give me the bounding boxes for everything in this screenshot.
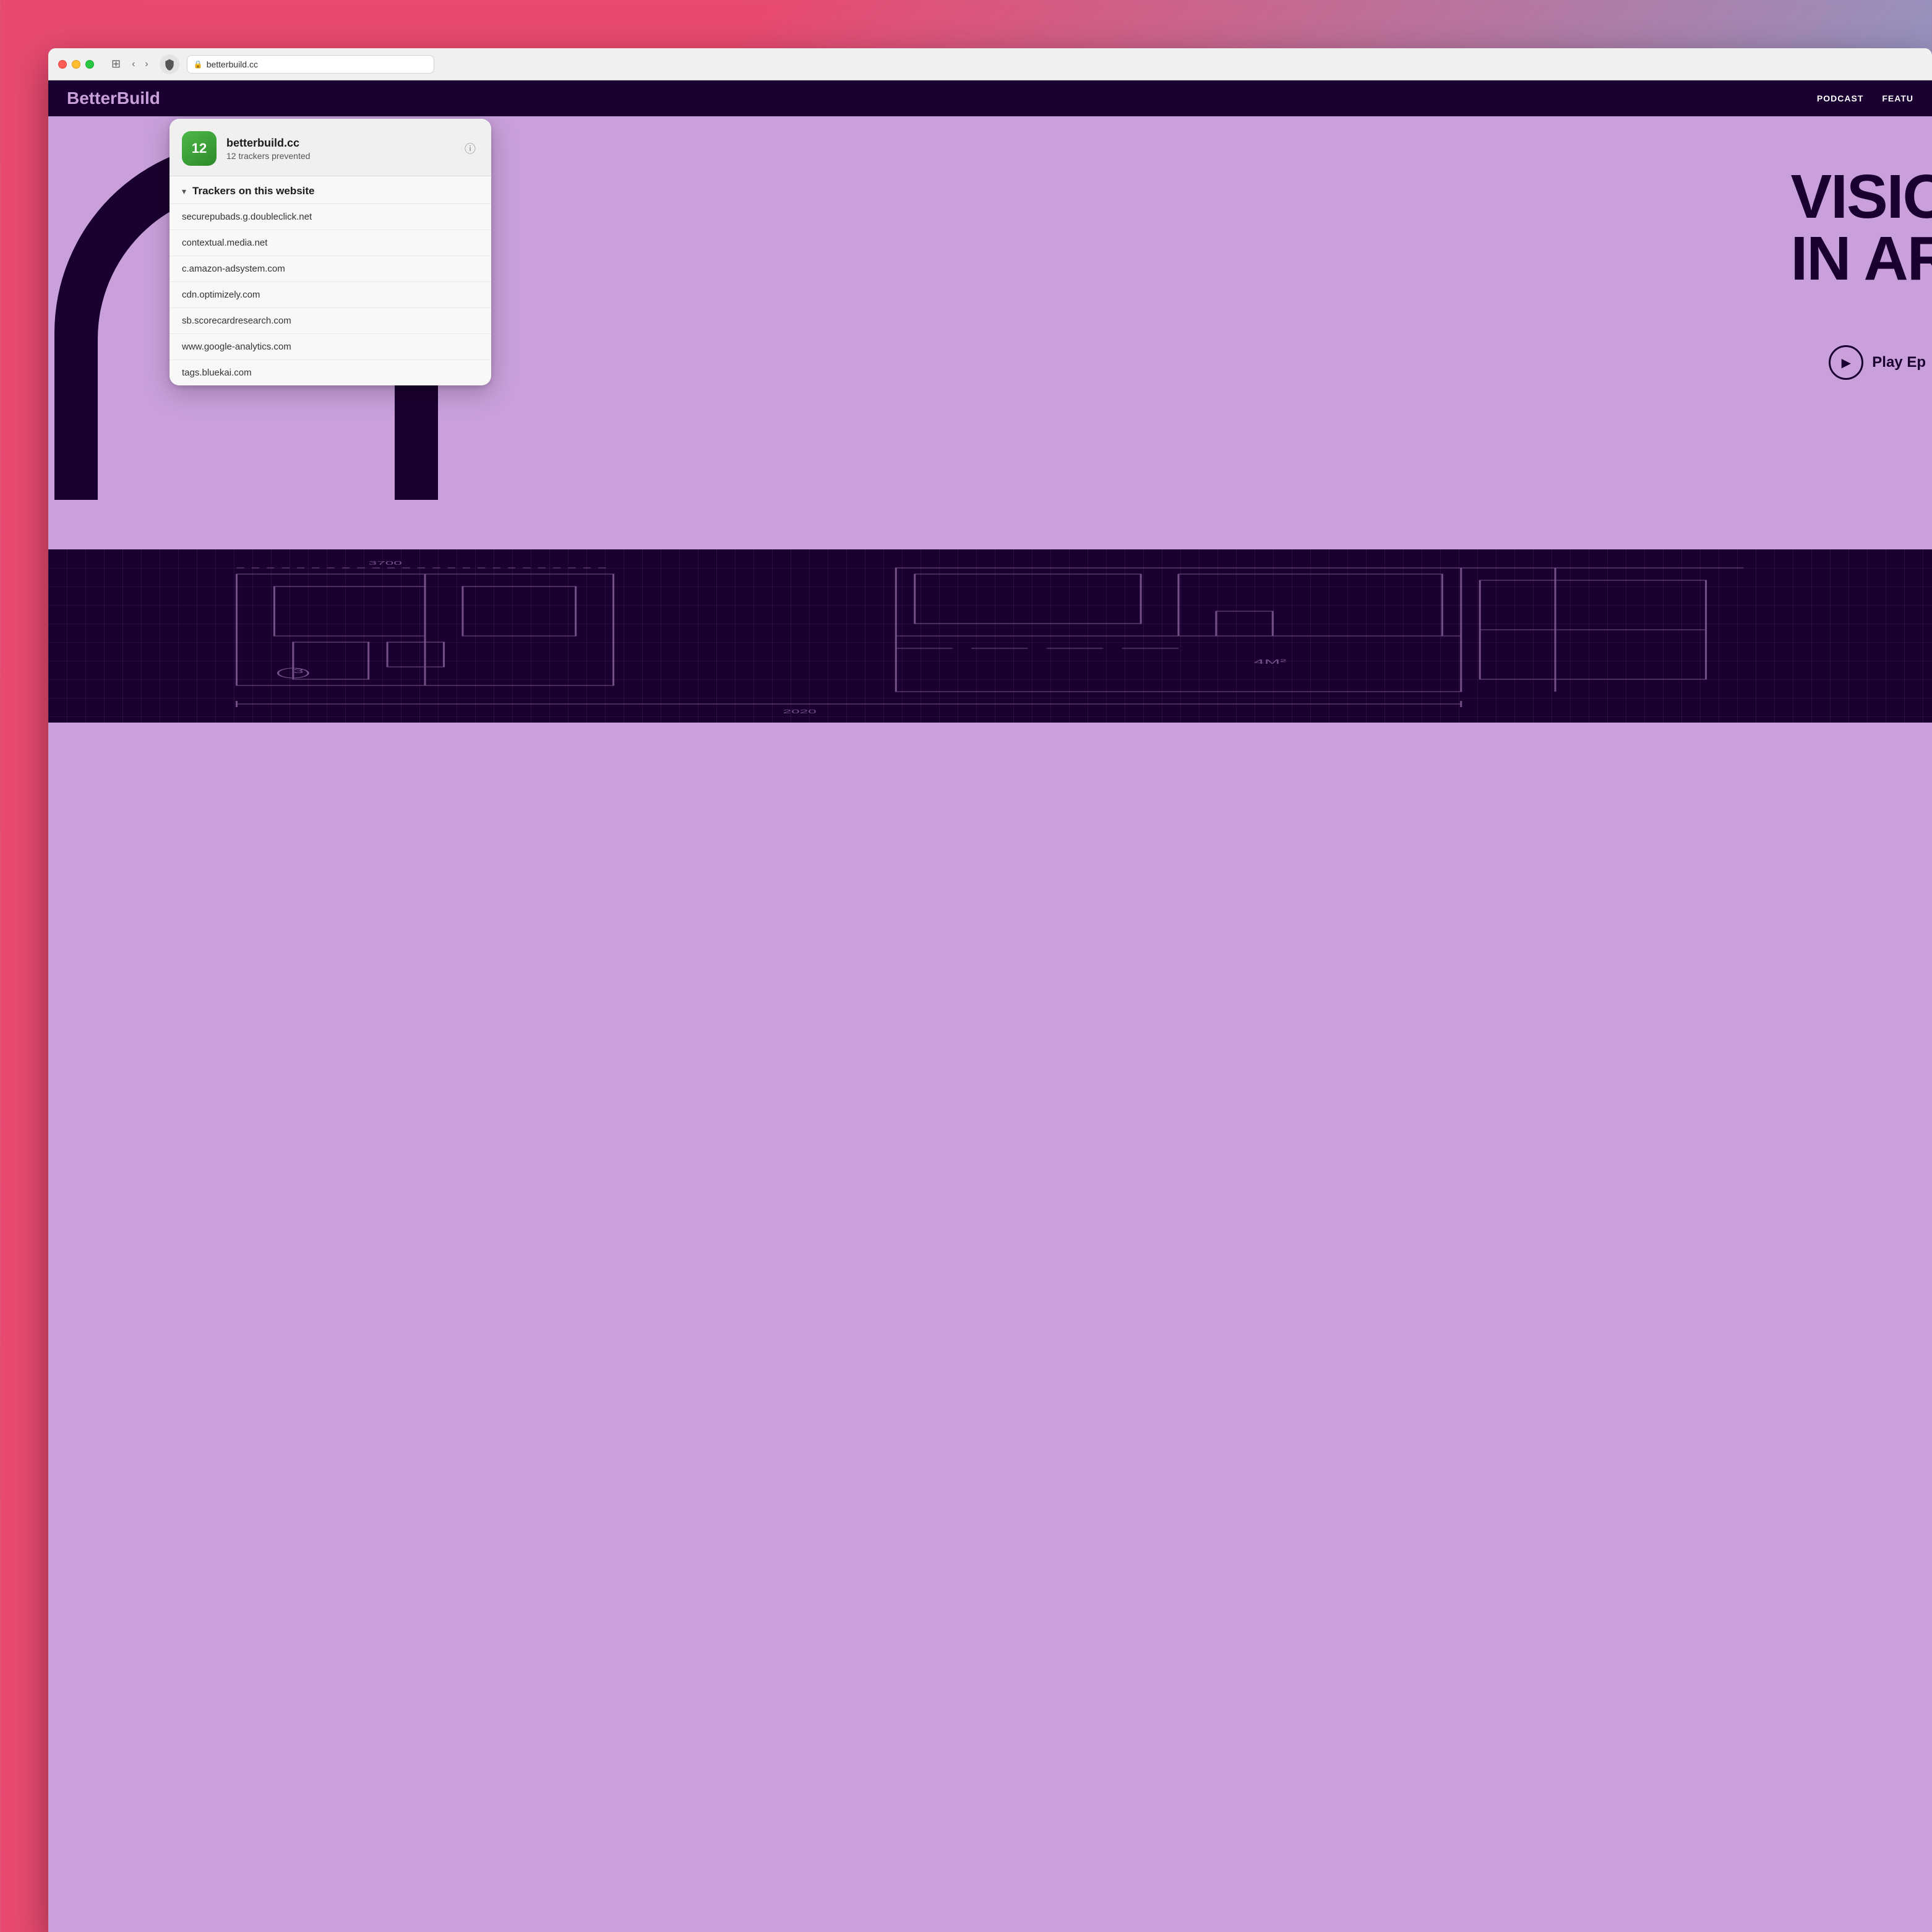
title-bar: ⊞ ‹ › 🔒 betterbuild.cc: [48, 48, 1932, 80]
blueprint-section: 3 3700 4M²: [48, 549, 1932, 723]
tracker-item: www.google-analytics.com: [170, 334, 491, 360]
address-bar[interactable]: 🔒 betterbuild.cc: [187, 55, 434, 74]
tracker-domain: c.amazon-adsystem.com: [182, 264, 285, 274]
logo-text-dark: BetterBu: [67, 88, 140, 108]
shield-badge: 12: [182, 131, 217, 166]
tracker-item: securepubads.g.doubleclick.net: [170, 204, 491, 230]
back-button[interactable]: ‹: [128, 58, 139, 71]
popup-info-button[interactable]: ⓘ: [462, 140, 479, 157]
play-button-area[interactable]: ▶ Play Ep: [1829, 345, 1926, 380]
forward-button[interactable]: ›: [141, 58, 152, 71]
chevron-down-icon: ▾: [182, 186, 186, 197]
hero-text-line1: VISIO: [1790, 166, 1932, 228]
svg-text:3700: 3700: [369, 560, 402, 566]
tracker-item: c.amazon-adsystem.com: [170, 256, 491, 282]
tracker-item: tags.bluekai.com: [170, 360, 491, 385]
tracker-domain: www.google-analytics.com: [182, 341, 291, 352]
svg-text:2020: 2020: [783, 709, 817, 715]
popup-site-info: betterbuild.cc 12 trackers prevented: [226, 137, 452, 161]
tracker-domain: contextual.media.net: [182, 238, 267, 248]
popup-trackers-count: 12 trackers prevented: [226, 151, 452, 161]
svg-text:4M²: 4M²: [1254, 658, 1287, 665]
hero-text: VISIO IN AR: [1790, 166, 1932, 290]
badge-number: 12: [192, 142, 207, 155]
tracker-item: cdn.optimizely.com: [170, 282, 491, 308]
site-nav: PODCAST FEATU: [1817, 93, 1913, 103]
tracker-domain: cdn.optimizely.com: [182, 290, 260, 300]
nav-features[interactable]: FEATU: [1882, 93, 1913, 103]
tracker-list: securepubads.g.doubleclick.net contextua…: [170, 204, 491, 385]
site-header: BetterBuild PODCAST FEATU: [48, 80, 1932, 116]
tracker-item: sb.scorecardresearch.com: [170, 308, 491, 334]
lock-icon: 🔒: [194, 60, 203, 69]
nav-arrows: ‹ ›: [128, 58, 152, 71]
browser-window: ⊞ ‹ › 🔒 betterbuild.cc BetterBuild PODCA…: [48, 48, 1932, 1932]
popup-body[interactable]: ▾ Trackers on this website securepubads.…: [170, 176, 491, 385]
play-label: Play Ep: [1872, 354, 1926, 371]
tracker-popup: 12 betterbuild.cc 12 trackers prevented …: [170, 119, 491, 385]
sidebar-toggle-button[interactable]: ⊞: [111, 58, 121, 71]
tracker-domain: sb.scorecardresearch.com: [182, 316, 291, 326]
nav-podcast[interactable]: PODCAST: [1817, 93, 1863, 103]
website-content: BetterBuild PODCAST FEATU VISIO IN AR ▶ …: [48, 80, 1932, 1932]
play-circle-icon[interactable]: ▶: [1829, 345, 1863, 380]
section-title: Trackers on this website: [192, 185, 314, 197]
site-logo: BetterBuild: [67, 88, 160, 108]
popup-site-name: betterbuild.cc: [226, 137, 452, 150]
trackers-section-header[interactable]: ▾ Trackers on this website: [170, 176, 491, 204]
shield-nav-button[interactable]: [160, 54, 179, 74]
blueprint-svg: 3 3700 4M²: [48, 549, 1932, 723]
minimize-button[interactable]: [72, 60, 80, 69]
popup-header: 12 betterbuild.cc 12 trackers prevented …: [170, 119, 491, 176]
shield-icon: [163, 58, 176, 71]
hero-text-line2: IN AR: [1790, 228, 1932, 290]
close-button[interactable]: [58, 60, 67, 69]
logo-text-purple: ild: [140, 88, 160, 108]
tracker-item: contextual.media.net: [170, 230, 491, 256]
fullscreen-button[interactable]: [85, 60, 94, 69]
tracker-domain: tags.bluekai.com: [182, 367, 252, 378]
tracker-domain: securepubads.g.doubleclick.net: [182, 212, 312, 222]
url-text: betterbuild.cc: [207, 59, 258, 69]
traffic-lights: [58, 60, 94, 69]
